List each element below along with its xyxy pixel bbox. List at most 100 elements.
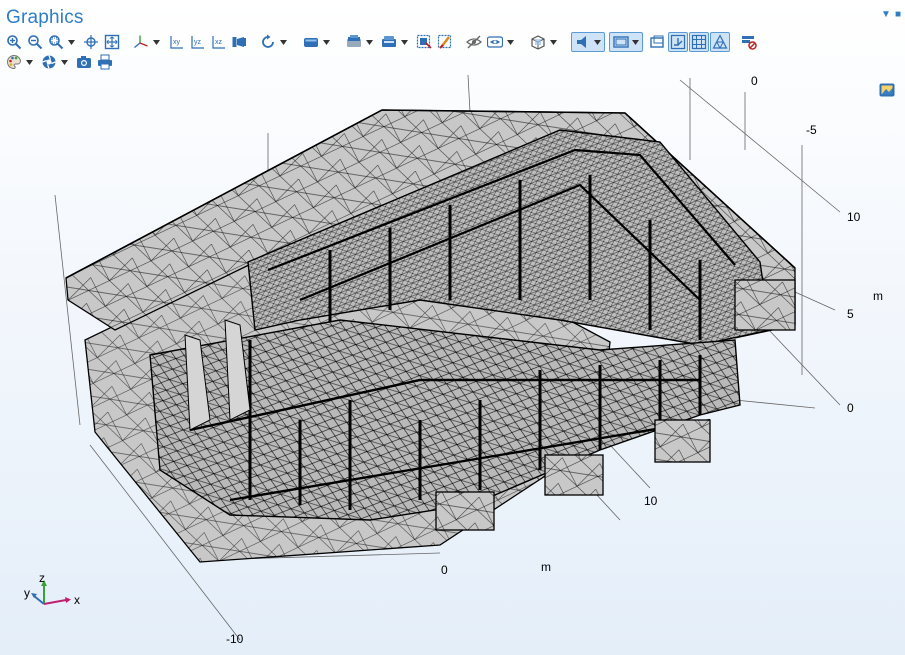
axis-orientation-button[interactable] (668, 32, 688, 52)
chevron-down-icon (550, 39, 557, 45)
chevron-down-icon (61, 59, 68, 65)
clear-selection-button[interactable] (435, 32, 455, 52)
camera-settings-button[interactable] (39, 52, 59, 72)
axis-triad: z x y (24, 571, 80, 607)
hide-icon (466, 35, 482, 49)
go-to-view-button[interactable] (229, 32, 249, 52)
z-tick-label: 0 (751, 74, 758, 88)
zoom-out-icon (28, 35, 43, 50)
svg-text:xz: xz (215, 39, 223, 46)
graphics-window: Graphics ▼ ■ xy yz xz 0 -5 10 m 5 0 10 0… (0, 0, 905, 655)
chevron-down-icon (632, 39, 639, 45)
zoom-box-button[interactable] (46, 32, 66, 52)
xz-view-button[interactable]: xz (208, 32, 228, 52)
zoom-selected-icon (84, 35, 98, 49)
graphics-toolbar-row-2 (4, 52, 116, 72)
zoom-extents-button[interactable] (102, 32, 122, 52)
z-tick-label: 0 (847, 401, 854, 415)
axis-orientation-icon (670, 34, 686, 50)
title-bar: Graphics ▼ ■ (0, 0, 905, 32)
lighting-toggle[interactable] (571, 32, 605, 52)
palette-icon (7, 54, 22, 70)
transparency-button[interactable] (528, 32, 548, 52)
image-icon (879, 83, 895, 97)
chevron-down-icon (153, 39, 160, 45)
camera-settings-dropdown[interactable] (60, 52, 69, 72)
chevron-down-icon (594, 39, 601, 45)
show-options-dropdown[interactable] (506, 32, 515, 52)
select-boundaries-button[interactable] (344, 32, 364, 52)
wireframe-dropdown[interactable] (631, 32, 640, 52)
x-tick-label: 10 (644, 494, 658, 508)
z-tick-label: -5 (806, 123, 817, 137)
wireframe-button[interactable] (612, 33, 630, 51)
chevron-down-icon (507, 39, 514, 45)
hide-selected-button[interactable] (464, 32, 484, 52)
x-axis-label: x (74, 593, 80, 607)
clear-selection-icon (437, 34, 452, 49)
xy-plane-icon: xy (170, 36, 183, 49)
mesh-canvas[interactable]: 0 -5 10 m 5 0 10 0 m -10 (0, 72, 905, 655)
printer-icon (98, 54, 112, 70)
select-objects-button[interactable] (301, 32, 321, 52)
chevron-down-icon (366, 39, 373, 45)
z-axis-label: z (39, 571, 45, 585)
reset-view-button[interactable] (258, 32, 278, 52)
wireframe-toggle[interactable] (609, 32, 643, 52)
mesh-button[interactable] (710, 32, 730, 52)
yz-view-button[interactable]: yz (187, 32, 207, 52)
clear-plot-button[interactable] (739, 32, 759, 52)
window-title: Graphics (6, 7, 84, 28)
pin-icon[interactable]: ▼ (881, 10, 891, 20)
zoom-in-button[interactable] (4, 32, 24, 52)
zoom-extents-icon (104, 34, 120, 50)
close-icon[interactable]: ■ (895, 10, 901, 20)
chevron-down-icon (401, 39, 408, 45)
rotate-icon (262, 34, 274, 48)
svg-text:xy: xy (173, 39, 181, 46)
views-dropdown[interactable] (152, 32, 161, 52)
yz-plane-icon: yz (191, 36, 204, 49)
views-button[interactable] (131, 32, 151, 52)
scene-light-dropdown[interactable] (25, 52, 34, 72)
grid-button[interactable] (689, 32, 709, 52)
color-legend-button[interactable] (877, 80, 897, 100)
selection-mode-dropdown[interactable] (400, 32, 409, 52)
select-boundaries-icon (347, 35, 361, 47)
mesh-icon (712, 34, 728, 50)
zoom-selected-button[interactable] (81, 32, 101, 52)
x-tick-label: 0 (441, 563, 448, 577)
camera-icon (77, 56, 91, 68)
y-tick-label: -10 (226, 632, 244, 646)
print-button[interactable] (95, 52, 115, 72)
window-controls: ▼ ■ (881, 10, 901, 20)
select-boundaries-dropdown[interactable] (365, 32, 374, 52)
reset-view-dropdown[interactable] (279, 32, 288, 52)
image-snapshot-button[interactable] (74, 52, 94, 72)
svg-text:yz: yz (194, 39, 202, 46)
zoom-out-button[interactable] (25, 32, 45, 52)
graphics-viewport[interactable]: 0 -5 10 m 5 0 10 0 m -10 (0, 72, 905, 655)
xy-view-button[interactable]: xy (166, 32, 186, 52)
render-mode-button[interactable] (647, 32, 667, 52)
selection-list-icon (382, 36, 396, 47)
chevron-down-icon (323, 39, 330, 45)
x-axis-arrow (43, 599, 67, 605)
lower-floor (149, 319, 741, 521)
clear-plot-icon (742, 36, 757, 50)
lighting-dropdown[interactable] (593, 32, 602, 52)
axes-view-icon (134, 35, 148, 49)
eye-icon (487, 36, 503, 48)
chevron-down-icon (26, 59, 33, 65)
selection-mode-button[interactable] (379, 32, 399, 52)
select-box-button[interactable] (414, 32, 434, 52)
scene-light-button[interactable] (4, 52, 24, 72)
lighting-button[interactable] (574, 33, 592, 51)
select-objects-dropdown[interactable] (322, 32, 331, 52)
z-axis-unit: m (873, 289, 883, 303)
grid-icon (691, 34, 707, 50)
show-options-button[interactable] (485, 32, 505, 52)
zoom-in-icon (7, 35, 22, 50)
transparency-dropdown[interactable] (549, 32, 558, 52)
zoom-box-dropdown[interactable] (67, 32, 76, 52)
